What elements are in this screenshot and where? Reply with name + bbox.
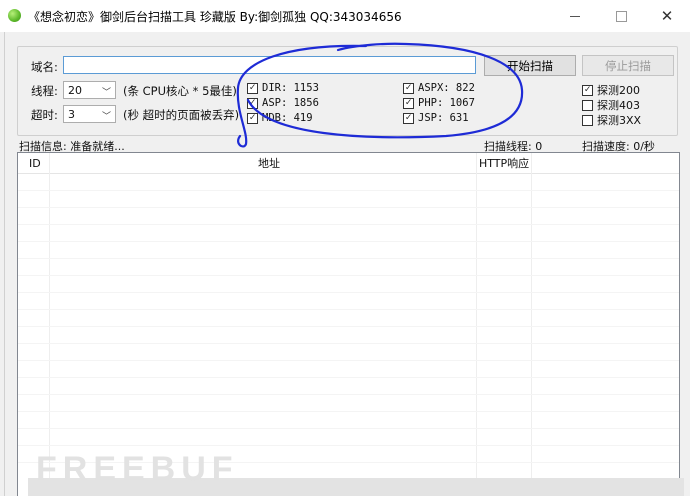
dict-checkbox-php[interactable]: PHP: 1067 bbox=[403, 97, 475, 109]
timeout-value: 3 bbox=[68, 107, 75, 121]
minimize-button[interactable] bbox=[552, 0, 598, 32]
dict-label: JSP: 631 bbox=[418, 112, 469, 124]
results-table[interactable]: ID 地址 HTTP响应 bbox=[17, 152, 680, 496]
dict-label: MDB: 419 bbox=[262, 112, 313, 124]
chevron-down-icon: ﹀ bbox=[101, 112, 111, 122]
dict-checkbox-dir[interactable]: DIR: 1153 bbox=[247, 82, 319, 94]
dict-label: DIR: 1153 bbox=[262, 82, 319, 94]
probe-label: 探测200 bbox=[597, 84, 640, 97]
dict-label: ASP: 1856 bbox=[262, 97, 319, 109]
checkbox-unchecked-icon[interactable] bbox=[582, 99, 593, 111]
checkbox-checked-icon[interactable] bbox=[247, 97, 258, 109]
checkbox-unchecked-icon[interactable] bbox=[582, 114, 593, 126]
column-header-http-response[interactable]: HTTP响应 bbox=[479, 153, 529, 173]
table-header: ID 地址 HTTP响应 bbox=[18, 153, 679, 174]
title-bar: 《想念初恋》御剑后台扫描工具 珍藏版 By:御剑孤独 QQ:343034656 … bbox=[0, 0, 690, 32]
checkbox-checked-icon[interactable] bbox=[403, 97, 414, 109]
threads-label: 线程: bbox=[31, 84, 58, 98]
checkbox-checked-icon[interactable] bbox=[247, 112, 258, 124]
probe-label: 探测3XX bbox=[597, 114, 642, 127]
maximize-button[interactable] bbox=[598, 0, 644, 32]
threads-hint: (条 CPU核心 * 5最佳) bbox=[123, 84, 237, 98]
probe-label: 探测403 bbox=[597, 99, 640, 112]
threads-select[interactable]: 20 ﹀ bbox=[63, 81, 116, 99]
table-row bbox=[18, 411, 679, 412]
table-row bbox=[18, 428, 679, 429]
column-header-address[interactable]: 地址 bbox=[258, 153, 280, 173]
dict-checkbox-aspx[interactable]: ASPX: 822 bbox=[403, 82, 475, 94]
threads-value: 20 bbox=[68, 83, 82, 97]
table-row bbox=[18, 309, 679, 310]
table-row bbox=[18, 445, 679, 446]
close-icon: ✕ bbox=[660, 7, 674, 25]
table-row bbox=[18, 394, 679, 395]
probe-checkbox-200[interactable]: 探测200 bbox=[582, 82, 640, 98]
domain-input[interactable] bbox=[63, 56, 476, 74]
checkbox-checked-icon[interactable] bbox=[582, 84, 593, 96]
window-title: 《想念初恋》御剑后台扫描工具 珍藏版 By:御剑孤独 QQ:343034656 bbox=[28, 10, 402, 24]
table-row bbox=[18, 292, 679, 293]
probe-checkbox-3xx[interactable]: 探测3XX bbox=[582, 112, 641, 128]
table-row bbox=[18, 275, 679, 276]
table-row bbox=[18, 258, 679, 259]
timeout-label: 超时: bbox=[31, 108, 58, 122]
dict-label: PHP: 1067 bbox=[418, 97, 475, 109]
watermark-logo: FREEBUF bbox=[36, 450, 239, 488]
probe-checkbox-403[interactable]: 探测403 bbox=[582, 97, 640, 113]
table-row bbox=[18, 224, 679, 225]
column-header-id[interactable]: ID bbox=[29, 153, 41, 173]
maximize-icon bbox=[615, 10, 627, 22]
timeout-hint: (秒 超时的页面被丢弃) bbox=[123, 108, 240, 122]
dict-checkbox-jsp[interactable]: JSP: 631 bbox=[403, 112, 469, 124]
dict-checkbox-asp[interactable]: ASP: 1856 bbox=[247, 97, 319, 109]
table-row bbox=[18, 360, 679, 361]
close-button[interactable]: ✕ bbox=[644, 0, 690, 32]
checkbox-checked-icon[interactable] bbox=[403, 82, 414, 94]
app-icon bbox=[8, 9, 21, 22]
table-row bbox=[18, 377, 679, 378]
checkbox-checked-icon[interactable] bbox=[247, 82, 258, 94]
table-row bbox=[18, 343, 679, 344]
table-row bbox=[18, 241, 679, 242]
dict-label: ASPX: 822 bbox=[418, 82, 475, 94]
dict-checkbox-mdb[interactable]: MDB: 419 bbox=[247, 112, 313, 124]
table-row bbox=[18, 190, 679, 191]
timeout-select[interactable]: 3 ﹀ bbox=[63, 105, 116, 123]
stop-scan-button[interactable]: 停止扫描 bbox=[582, 55, 674, 76]
domain-label: 域名: bbox=[31, 60, 58, 74]
minimize-icon bbox=[570, 15, 580, 17]
chevron-down-icon: ﹀ bbox=[101, 88, 111, 98]
table-row bbox=[18, 207, 679, 208]
table-row bbox=[18, 326, 679, 327]
start-scan-button[interactable]: 开始扫描 bbox=[484, 55, 576, 76]
checkbox-checked-icon[interactable] bbox=[403, 112, 414, 124]
